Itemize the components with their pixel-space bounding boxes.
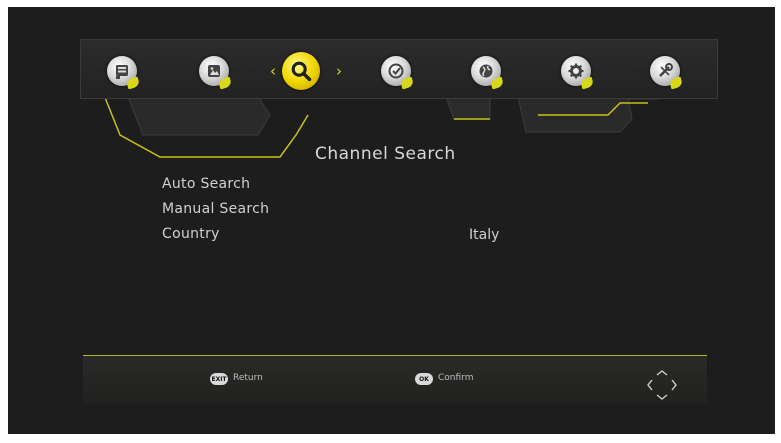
directional-pad-icon — [647, 370, 677, 400]
page-title: Channel Search — [315, 144, 456, 164]
footer-bar: EXIT Return OK Confirm — [83, 355, 707, 404]
tools-icon[interactable] — [650, 56, 684, 90]
ok-key-icon: OK — [415, 373, 433, 385]
tv-screen: ‹ › Channel Search Auto Search Manual Se… — [8, 7, 775, 434]
country-value[interactable]: Italy — [469, 227, 499, 243]
confirm-label: Confirm — [438, 373, 474, 383]
return-label: Return — [233, 373, 263, 383]
time-icon[interactable] — [381, 56, 415, 90]
exit-key-icon: EXIT — [210, 373, 228, 385]
chevron-left-icon[interactable]: ‹ — [270, 62, 276, 80]
menu-item-manual-search[interactable]: Manual Search — [162, 201, 269, 217]
menu-item-country[interactable]: Country — [162, 226, 220, 242]
program-icon[interactable] — [107, 56, 141, 90]
menu-item-auto-search[interactable]: Auto Search — [162, 176, 250, 192]
search-icon[interactable] — [282, 52, 320, 90]
chevron-right-icon[interactable]: › — [336, 62, 342, 80]
globe-icon[interactable] — [471, 56, 505, 90]
picture-icon[interactable] — [199, 56, 233, 90]
gear-icon[interactable] — [561, 56, 595, 90]
